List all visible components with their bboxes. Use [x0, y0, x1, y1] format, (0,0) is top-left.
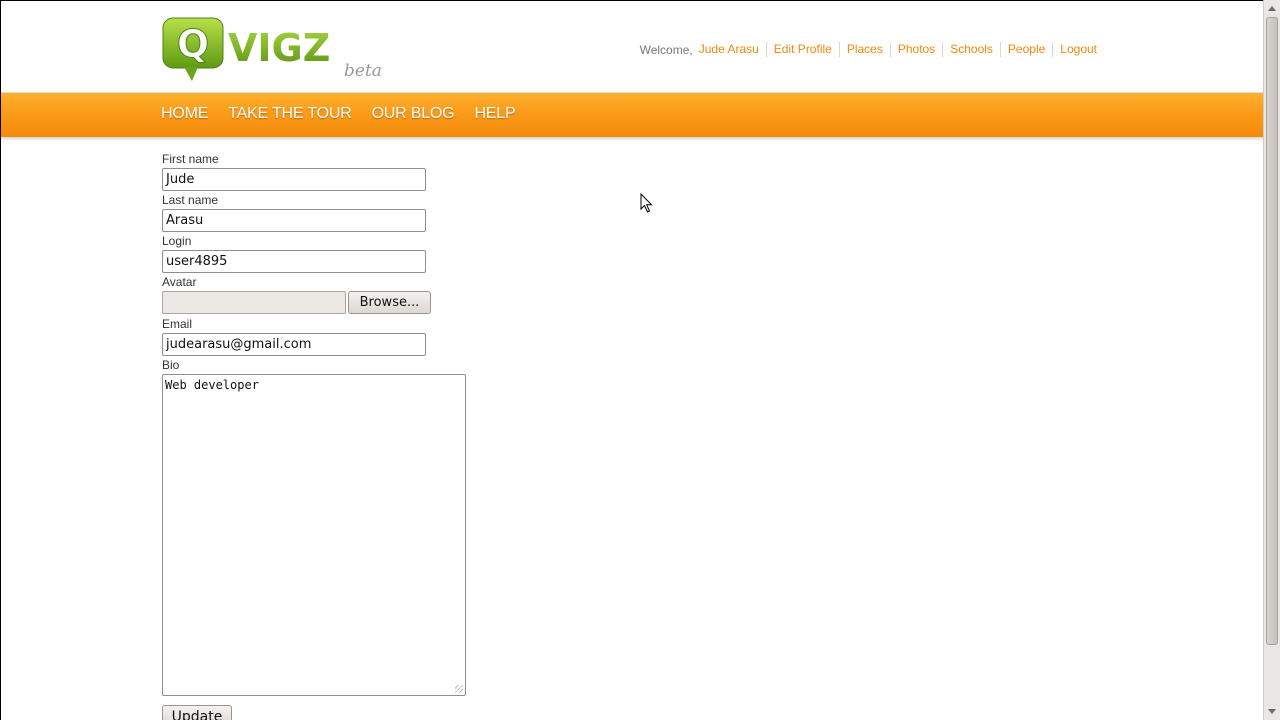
nav-home[interactable]: HOME — [161, 105, 208, 123]
logo-speech-bubble-icon: Q VIGZ beta — [162, 17, 382, 81]
last-name-field[interactable]: Arasu — [162, 209, 426, 232]
mouse-cursor-icon — [640, 193, 653, 213]
schools-link[interactable]: Schools — [942, 42, 1000, 57]
avatar-file-path[interactable] — [162, 291, 346, 314]
logo-badge-letter: Q — [177, 22, 209, 66]
logo-beta-tag: beta — [344, 61, 382, 81]
logo-wordmark: VIGZ — [228, 26, 330, 70]
browse-button[interactable]: Browse... — [348, 291, 431, 314]
nav-help[interactable]: HELP — [474, 105, 515, 123]
first-name-label: First name — [162, 152, 219, 166]
bio-text: Web developer — [165, 378, 259, 392]
bio-label: Bio — [162, 358, 180, 372]
first-name-field[interactable]: Jude — [162, 168, 426, 191]
scroll-down-arrow-icon[interactable] — [1268, 709, 1276, 714]
main-nav-bar: HOME TAKE THE TOUR OUR BLOG HELP — [1, 92, 1263, 137]
resize-grip-icon[interactable] — [455, 685, 463, 693]
login-label: Login — [162, 234, 192, 248]
user-links: Welcome, Jude Arasu Edit Profile Places … — [640, 42, 1097, 57]
scroll-up-arrow-icon[interactable] — [1268, 6, 1276, 11]
bio-textarea[interactable]: Web developer — [162, 374, 466, 696]
photos-link[interactable]: Photos — [889, 42, 942, 57]
avatar-label: Avatar — [162, 275, 197, 289]
browser-viewport: Q VIGZ beta Welcome, Jude Arasu Edit Pro… — [0, 0, 1263, 720]
last-name-label: Last name — [162, 193, 219, 207]
email-label: Email — [162, 317, 193, 331]
site-logo[interactable]: Q VIGZ beta — [162, 17, 382, 83]
logout-link[interactable]: Logout — [1052, 42, 1097, 57]
scrollbar-thumb[interactable] — [1266, 17, 1278, 645]
avatar-file-input: Browse... — [162, 291, 466, 314]
update-button[interactable]: Update — [162, 705, 232, 720]
email-field[interactable]: judearasu@gmail.com — [162, 333, 426, 356]
people-link[interactable]: People — [999, 42, 1052, 57]
places-link[interactable]: Places — [838, 42, 890, 57]
nav-take-the-tour[interactable]: TAKE THE TOUR — [228, 105, 352, 123]
vertical-scrollbar[interactable] — [1263, 0, 1280, 720]
user-name-link[interactable]: Jude Arasu — [699, 42, 766, 57]
edit-profile-link[interactable]: Edit Profile — [765, 42, 839, 57]
nav-our-blog[interactable]: OUR BLOG — [372, 105, 455, 123]
welcome-text: Welcome, — [639, 42, 693, 57]
edit-profile-form: First name Jude Last name Arasu Login us… — [162, 152, 466, 720]
main-menu: HOME TAKE THE TOUR OUR BLOG HELP — [161, 105, 535, 123]
login-field[interactable]: user4895 — [162, 250, 426, 273]
